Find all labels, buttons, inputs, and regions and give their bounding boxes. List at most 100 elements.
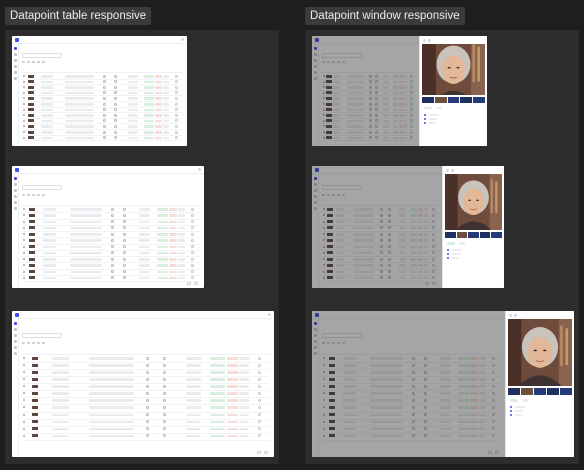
row-tag [157,208,168,211]
row-tag [144,125,155,128]
row-date-cell [185,427,201,431]
row-description-cell [70,245,103,249]
row-tag [168,220,177,224]
row-tag [154,108,163,112]
row-checkbox [23,208,25,211]
panel-header [423,38,484,42]
thumbnail-strip [445,232,502,239]
row-thumbnail [29,251,36,255]
toolbar-icon [37,193,40,196]
row-tag [239,364,249,367]
panel-tab [510,399,518,402]
panel-metadata-list [447,249,463,260]
screen-top-right [198,168,201,171]
row-checkbox [23,91,25,94]
row-tag [157,226,168,230]
row-flag-circle [123,245,127,249]
row-tag [157,239,168,242]
row-date-cell [128,103,138,106]
row-date-cell [139,214,151,217]
table-header [22,350,270,356]
row-description-cell [70,264,103,267]
panel-metadata-item [447,253,463,256]
row-date-cell [185,357,201,360]
row-description-cell [88,406,134,409]
row-action-icon [191,263,195,267]
metadata-dot-icon [447,253,449,256]
datapoint-screen-window-1 [312,36,487,146]
thumbnail-item [447,97,460,103]
row-date-cell [128,91,138,95]
row-id-cell [41,80,53,84]
app-logo-icon [15,37,19,42]
row-tag [168,214,177,217]
row-status-circle [111,232,114,236]
expand-icon [428,38,431,42]
row-flag-circle [123,276,127,280]
row-flag-circle [113,124,117,128]
row-thumbnail [31,434,38,438]
row-id-cell [41,103,53,106]
row-flag-circle [163,427,167,431]
metadata-bar [513,406,526,409]
row-description-cell [70,208,103,211]
sidebar-nav-icon [13,340,17,343]
row-action-icon [191,213,195,217]
row-checkbox [23,136,25,139]
row-checkbox [23,239,25,242]
row-tag [144,131,155,134]
row-tag [226,434,238,438]
metadata-bar [450,257,459,260]
row-description-cell [88,399,134,402]
row-tag [168,264,177,267]
row-date-cell [139,233,151,236]
row-description-cell [65,91,95,95]
row-tag [154,80,163,84]
row-thumbnail [31,405,38,409]
row-action-icon [257,384,261,388]
row-status-circle [146,356,149,360]
row-description-cell [88,392,134,395]
row-tag [157,264,168,267]
row-status-circle [111,257,114,261]
row-description-cell [88,364,134,367]
row-date-cell [128,86,138,89]
row-tag [239,385,249,388]
row-checkbox [23,233,25,236]
row-tag [157,214,168,217]
row-flag-circle [113,85,117,89]
datapoint-screen-table-3 [12,311,274,457]
row-action-icon [191,270,195,274]
row-id-cell [51,427,70,431]
row-action-icon [174,119,178,123]
row-action-icon [191,220,195,224]
panel-tab [424,106,432,109]
row-thumbnail [31,398,38,402]
row-id-cell [41,91,53,95]
row-flag-circle [163,356,167,360]
sidebar-nav-icon [13,201,17,204]
row-checkbox [23,86,25,89]
row-flag-circle [163,370,167,374]
row-tag [162,108,170,112]
row-tag [226,371,238,374]
sidebar-nav-icon [13,71,17,74]
toolbar-icon [22,61,25,63]
datapoint-image [445,174,502,230]
panel-metadata-item [447,249,463,252]
row-description-cell [88,413,134,417]
row-action-icon [257,363,261,367]
row-checkbox [23,251,25,254]
row-action-icon [191,238,195,242]
row-action-icon [257,377,261,381]
row-checkbox [23,357,25,360]
row-tag [210,378,226,381]
panel-tabs [447,242,465,245]
row-tag [154,119,163,123]
row-tag [157,258,168,261]
sidebar-nav-icon [13,352,17,355]
metadata-bar [513,414,522,417]
row-action-icon [174,91,178,95]
row-checkbox [23,413,25,416]
toolbar-icon [27,61,30,63]
